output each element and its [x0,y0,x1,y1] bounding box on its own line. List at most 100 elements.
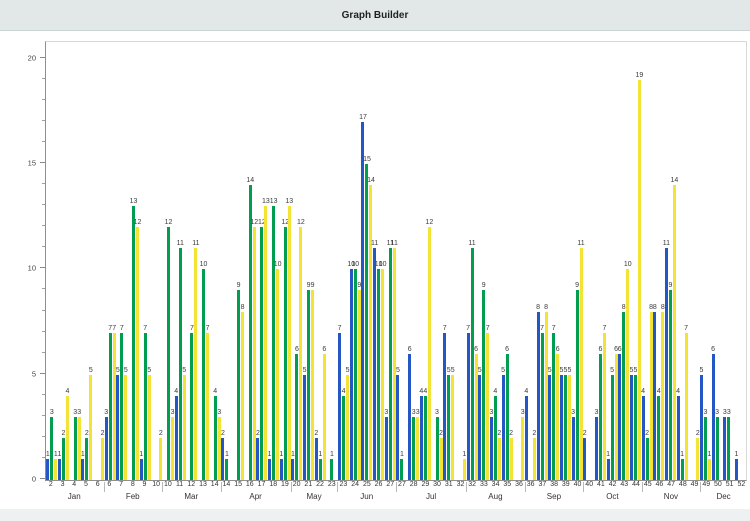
bar-yellow-week-44[interactable]: 19 [638,80,641,480]
bar-yellow-week-27[interactable]: 11 [393,248,396,480]
bar-green-week-32[interactable]: 11 [471,248,474,480]
bar-blue-week-5[interactable]: 1 [81,459,84,480]
bar-green-week-8[interactable]: 13 [132,206,135,480]
bar-green-week-19[interactable]: 12 [284,227,287,480]
bar-green-week-30[interactable]: 3 [436,417,439,480]
bar-yellow-week-30[interactable]: 2 [440,438,443,480]
bar-green-week-49[interactable]: 3 [704,417,707,480]
bar-blue-week-23[interactable]: 7 [338,333,341,480]
bar-yellow-week-36[interactable]: 2 [533,438,536,480]
bar-blue-week-14[interactable]: 2 [221,438,224,480]
bar-yellow-week-43[interactable]: 10 [626,269,629,480]
bar-green-week-10[interactable]: 12 [167,227,170,480]
bar-blue-week-24[interactable]: 10 [350,269,353,480]
bar-yellow-week-46[interactable]: 8 [661,312,664,480]
bar-yellow-week-32[interactable]: 1 [463,459,466,480]
bar-blue-week-2[interactable]: 1 [46,459,49,480]
bar-yellow-week-21[interactable]: 9 [311,290,314,480]
bar-green-week-15[interactable]: 9 [237,290,240,480]
bar-yellow-week-7[interactable]: 5 [124,375,127,480]
bar-yellow-week-13[interactable]: 7 [206,333,209,480]
bar-green-week-17[interactable]: 12 [260,227,263,480]
bar-green-week-27[interactable]: 1 [400,459,403,480]
plot-area[interactable]: 1311243312523775751312175212341157111074… [45,41,747,481]
bar-green-week-26[interactable]: 10 [377,269,380,480]
bar-green-week-39[interactable]: 5 [564,375,567,480]
window-titlebar[interactable]: Graph Builder [0,0,750,31]
bar-yellow-week-5[interactable]: 5 [89,375,92,480]
bar-yellow-week-12[interactable]: 11 [194,248,197,480]
bar-blue-week-27[interactable]: 5 [396,375,399,480]
bar-yellow-week-29[interactable]: 12 [428,227,431,480]
bar-green-week-12[interactable]: 7 [190,333,193,480]
bar-blue-week-46[interactable]: 8 [653,312,656,480]
bar-blue-week-6[interactable]: 3 [105,417,108,480]
bar-yellow-week-16[interactable]: 12 [253,227,256,480]
bar-green-week-29[interactable]: 4 [424,396,427,480]
bar-blue-week-22[interactable]: 2 [315,438,318,480]
bar-blue-week-40[interactable]: 3 [572,417,575,480]
bar-green-week-34[interactable]: 4 [494,396,497,480]
bar-green-week-2[interactable]: 3 [50,417,53,480]
bar-yellow-week-11[interactable]: 5 [183,375,186,480]
bar-green-week-46[interactable]: 4 [657,396,660,480]
bar-yellow-week-17[interactable]: 13 [264,206,267,480]
bar-green-week-51[interactable]: 3 [727,417,730,480]
bar-blue-week-18[interactable]: 1 [268,459,271,480]
bar-green-week-4[interactable]: 3 [74,417,77,480]
bar-green-week-23[interactable]: 1 [330,459,333,480]
bar-blue-week-36[interactable]: 4 [525,396,528,480]
bar-blue-week-19[interactable]: 1 [280,459,283,480]
bar-green-week-24[interactable]: 10 [354,269,357,480]
bar-green-week-27[interactable]: 11 [389,248,392,480]
bar-yellow-week-35[interactable]: 2 [510,438,513,480]
bar-green-week-21[interactable]: 9 [307,290,310,480]
bar-yellow-week-25[interactable]: 14 [369,185,372,480]
bar-yellow-week-48[interactable]: 7 [685,333,688,480]
bar-blue-week-50[interactable]: 6 [712,354,715,480]
bar-blue-week-7[interactable]: 5 [116,375,119,480]
bar-blue-week-43[interactable]: 6 [618,354,621,480]
bar-green-week-50[interactable]: 3 [716,417,719,480]
bar-green-week-14[interactable]: 1 [225,459,228,480]
bar-blue-week-41[interactable]: 3 [595,417,598,480]
bar-yellow-week-18[interactable]: 10 [276,269,279,480]
bar-yellow-week-28[interactable]: 3 [416,417,419,480]
bar-yellow-week-23[interactable]: 5 [346,375,349,480]
bar-blue-week-21[interactable]: 5 [303,375,306,480]
bar-green-week-28[interactable]: 3 [412,417,415,480]
bar-yellow-week-8[interactable]: 12 [136,227,139,480]
bar-blue-week-9[interactable]: 1 [140,459,143,480]
bar-yellow-week-49[interactable]: 1 [708,459,711,480]
bar-yellow-week-6[interactable]: 7 [113,333,116,480]
bar-green-week-14[interactable]: 4 [214,396,217,480]
bar-green-week-41[interactable]: 6 [599,354,602,480]
bar-green-week-47[interactable]: 9 [669,290,672,480]
bar-green-week-25[interactable]: 15 [365,164,368,480]
bar-green-week-42[interactable]: 5 [611,375,614,480]
bar-blue-week-49[interactable]: 5 [700,375,703,480]
bar-yellow-week-4[interactable]: 3 [78,417,81,480]
bar-blue-week-35[interactable]: 5 [502,375,505,480]
bar-green-week-48[interactable]: 1 [681,459,684,480]
bar-green-week-40[interactable]: 9 [576,290,579,480]
bar-blue-week-42[interactable]: 1 [607,459,610,480]
bar-yellow-week-10[interactable]: 2 [159,438,162,480]
bar-yellow-week-3[interactable]: 4 [66,396,69,480]
bar-blue-week-17[interactable]: 2 [256,438,259,480]
bar-green-week-5[interactable]: 2 [85,438,88,480]
bar-green-week-45[interactable]: 2 [646,438,649,480]
bar-blue-week-3[interactable]: 1 [58,459,61,480]
bar-green-week-22[interactable]: 1 [319,459,322,480]
bar-green-week-11[interactable]: 11 [179,248,182,480]
bar-green-week-9[interactable]: 7 [144,333,147,480]
bar-green-week-13[interactable]: 10 [202,269,205,480]
bar-blue-week-37[interactable]: 8 [537,312,540,480]
bar-green-week-43[interactable]: 8 [622,312,625,480]
bar-green-week-37[interactable]: 7 [541,333,544,480]
bar-yellow-week-40[interactable]: 11 [580,248,583,480]
bar-yellow-week-42[interactable]: 6 [615,354,618,480]
bar-yellow-week-45[interactable]: 8 [650,312,653,480]
bar-yellow-week-14[interactable]: 3 [218,417,221,480]
bar-yellow-week-15[interactable]: 8 [241,312,244,480]
